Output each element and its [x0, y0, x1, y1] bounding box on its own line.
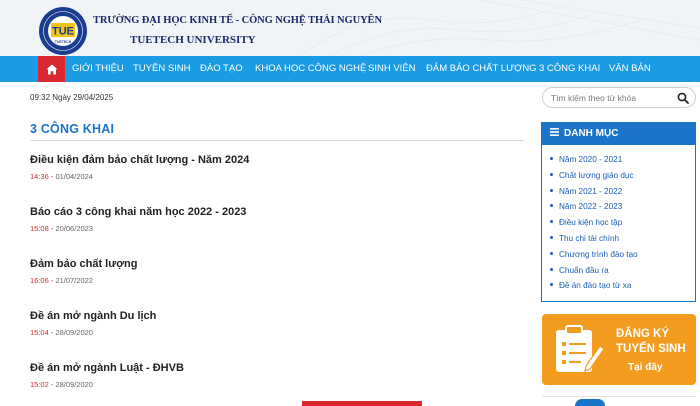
- category-item[interactable]: Chuẩn đầu ra: [550, 266, 638, 282]
- nav-item-khoa-hoc-cong-nghe[interactable]: KHOA HỌC CÔNG NGHỆ: [255, 56, 366, 82]
- article-date: - 28/09/2020: [48, 380, 93, 389]
- school-name-en: TUETECH UNIVERSITY: [130, 34, 256, 46]
- article-date: - 21/07/2022: [48, 276, 93, 285]
- category-panel: DANH MỤC Năm 2020 - 2021 Chất lượng giáo…: [541, 122, 696, 302]
- home-button[interactable]: [38, 56, 65, 82]
- nav-item-sinh-vien[interactable]: SINH VIÊN: [368, 56, 416, 82]
- section-divider: [30, 140, 524, 141]
- article-title[interactable]: Điều kiện đảm bảo chất lượng - Năm 2024: [30, 154, 524, 166]
- nav-item-van-ban[interactable]: VĂN BẢN: [609, 56, 651, 82]
- nav-item-tuyen-sinh[interactable]: TUYỂN SINH: [133, 56, 191, 82]
- category-item[interactable]: Chương trình đào tạo: [550, 250, 638, 266]
- registration-form-icon: [556, 325, 604, 372]
- category-item[interactable]: Năm 2022 - 2023: [550, 202, 638, 218]
- article-title[interactable]: Báo cáo 3 công khai năm học 2022 - 2023: [30, 206, 524, 218]
- article-title[interactable]: Đề án mở ngành Du lịch: [30, 310, 524, 322]
- current-datetime: 09:32 Ngày 29/04/2025: [30, 93, 114, 102]
- article-meta: 16:06 - 21/07/2022: [30, 276, 524, 285]
- sidebar-next-banner[interactable]: [542, 396, 696, 406]
- category-header: DANH MỤC: [542, 123, 695, 145]
- pagination-bar[interactable]: [302, 401, 422, 406]
- article-meta: 15:04 - 28/09/2020: [30, 328, 524, 337]
- site-header: TUE TUETECH TRƯỜNG ĐẠI HỌC KINH TẾ - CÔN…: [0, 0, 700, 56]
- category-item[interactable]: Năm 2021 - 2022: [550, 187, 638, 203]
- article-item: Đảm bảo chất lượng 16:06 - 21/07/2022: [30, 258, 524, 285]
- search-input[interactable]: [551, 91, 676, 105]
- banner-line-3: Tại đây: [628, 362, 663, 373]
- logo-ring-text: TUETECH: [55, 40, 72, 44]
- list-icon: [550, 128, 559, 136]
- article-date: - 01/04/2024: [48, 172, 93, 181]
- article-title[interactable]: Đề án mở ngành Luật - ĐHVB: [30, 362, 524, 374]
- category-item[interactable]: Thu chi tài chính: [550, 234, 638, 250]
- main-navigation: GIỚI THIỆU TUYỂN SINH ĐÀO TẠO KHOA HỌC C…: [0, 56, 700, 82]
- nav-item-dao-tao[interactable]: ĐÀO TẠO: [200, 56, 243, 82]
- category-list: Năm 2020 - 2021 Chất lượng giáo dục Năm …: [550, 155, 638, 297]
- article-title[interactable]: Đảm bảo chất lượng: [30, 258, 524, 270]
- nav-item-3-cong-khai[interactable]: 3 CÔNG KHAI: [539, 56, 600, 82]
- banner-line-2: TUYỂN SINH: [616, 343, 686, 355]
- article-time: 15:04: [30, 328, 49, 337]
- banner-line-1: ĐĂNG KÝ: [616, 328, 670, 340]
- nav-item-dam-bao-chat-luong[interactable]: ĐẢM BẢO CHẤT LƯỢNG: [426, 56, 537, 82]
- sidebar-next-banner-art: [575, 399, 605, 406]
- category-item[interactable]: Năm 2020 - 2021: [550, 155, 638, 171]
- article-item: Đề án mở ngành Luật - ĐHVB 15:02 - 28/09…: [30, 362, 524, 389]
- nav-item-gioi-thieu[interactable]: GIỚI THIỆU: [72, 56, 124, 82]
- category-heading: DANH MỤC: [564, 128, 619, 139]
- category-item[interactable]: Chất lượng giáo dục: [550, 171, 638, 187]
- article-meta: 14:36 - 01/04/2024: [30, 172, 524, 181]
- article-meta: 15:08 - 20/06/2023: [30, 224, 524, 233]
- admission-banner[interactable]: ĐĂNG KÝ TUYỂN SINH Tại đây: [542, 314, 696, 385]
- article-item: Điều kiện đảm bảo chất lượng - Năm 2024 …: [30, 154, 524, 181]
- university-logo[interactable]: TUE TUETECH: [38, 6, 88, 56]
- article-date: - 20/06/2023: [48, 224, 93, 233]
- search-box: [542, 87, 696, 108]
- home-icon: [46, 64, 57, 74]
- article-time: 16:06: [30, 276, 49, 285]
- section-title: 3 CÔNG KHAI: [30, 122, 115, 136]
- category-item[interactable]: Đề án đào tạo từ xa: [550, 281, 638, 297]
- article-item: Đề án mở ngành Du lịch 15:04 - 28/09/202…: [30, 310, 524, 337]
- article-date: - 28/09/2020: [48, 328, 93, 337]
- article-time: 15:02: [30, 380, 49, 389]
- logo-text: TUE: [52, 26, 74, 38]
- header-background: [0, 0, 700, 56]
- article-time: 14:36: [30, 172, 49, 181]
- search-icon[interactable]: [677, 92, 689, 104]
- article-item: Báo cáo 3 công khai năm học 2022 - 2023 …: [30, 206, 524, 233]
- category-item[interactable]: Điều kiện học tập: [550, 218, 638, 234]
- school-name-vi: TRƯỜNG ĐẠI HỌC KINH TẾ - CÔNG NGHỆ THÁI …: [93, 15, 382, 26]
- article-meta: 15:02 - 28/09/2020: [30, 380, 524, 389]
- article-time: 15:08: [30, 224, 49, 233]
